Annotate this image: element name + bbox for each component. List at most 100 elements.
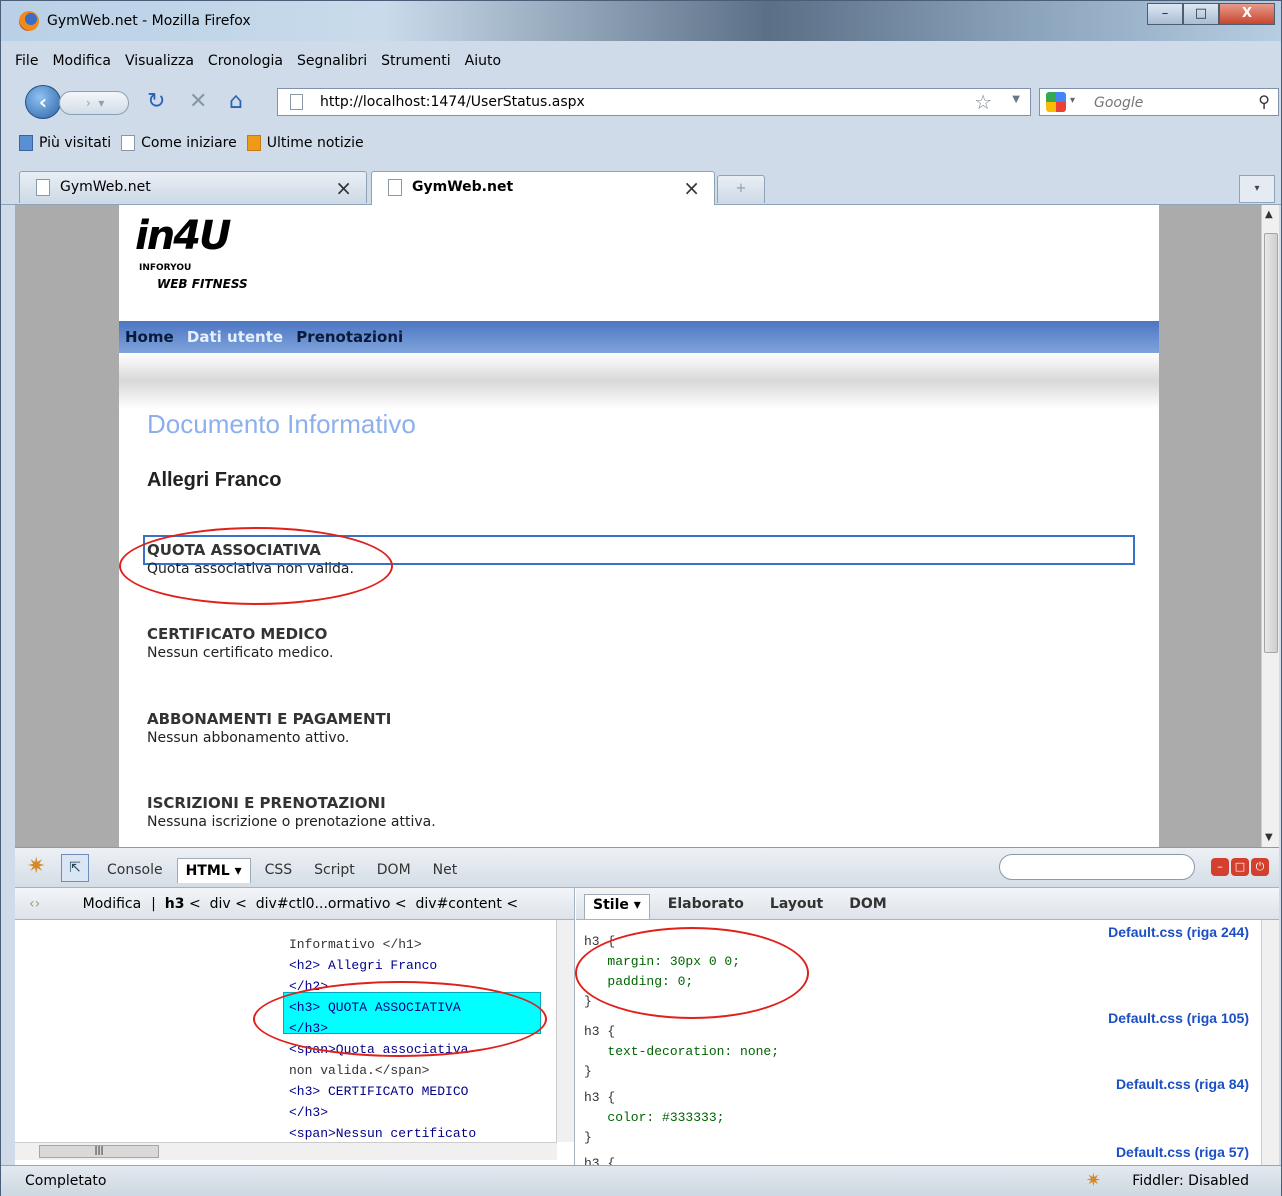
section-heading: ABBONAMENTI E PAGAMENTI: [147, 710, 392, 728]
firebug-icon[interactable]: ✷: [27, 854, 45, 879]
tab-net[interactable]: Net: [425, 858, 466, 883]
site-nav-user-data[interactable]: Dati utente: [187, 328, 283, 346]
tab-computed[interactable]: Elaborato: [660, 894, 752, 919]
crumb-div-content[interactable]: div#content: [416, 896, 502, 912]
power-icon[interactable]: ⏻: [1251, 858, 1269, 876]
bookmark-latest-news[interactable]: Ultime notizie: [246, 135, 364, 151]
site-nav-bookings[interactable]: Prenotazioni: [296, 328, 403, 346]
web-page: in4U INFORYOU WEB FITNESS Home Dati uten…: [119, 205, 1159, 847]
html-line[interactable]: non valida.</span>: [289, 1060, 476, 1081]
back-button[interactable]: ‹: [25, 85, 61, 119]
scroll-down-icon[interactable]: ▼: [1265, 832, 1273, 843]
menu-file[interactable]: File: [15, 53, 38, 69]
tab-dom[interactable]: DOM: [369, 858, 419, 883]
html-hscrollbar[interactable]: |||: [15, 1142, 557, 1160]
scrollbar-thumb[interactable]: |||: [39, 1145, 159, 1158]
logo-text: in4U: [135, 213, 231, 259]
tab-list-button[interactable]: ▾: [1239, 175, 1275, 203]
detach-icon[interactable]: □: [1231, 858, 1249, 876]
html-line[interactable]: <span>Quota associativa: [289, 1039, 476, 1060]
html-line-selected[interactable]: </h3>: [289, 1018, 476, 1039]
tab-style[interactable]: Stile ▾: [584, 894, 650, 919]
html-line[interactable]: <h3> CERTIFICATO MEDICO: [289, 1081, 476, 1102]
section-heading: ISCRIZIONI E PRENOTAZIONI: [147, 794, 386, 812]
css-rule: h3 { margin: 30px 0 0; padding: 0;}: [584, 934, 741, 1009]
status-bar: Completato ✷ Fiddler: Disabled: [1, 1165, 1281, 1196]
firebug-panel: ✷ ⇱ Console HTML ▾ CSS Script DOM Net – …: [15, 847, 1279, 1171]
section-text: Nessuna iscrizione o prenotazione attiva…: [147, 814, 436, 830]
tab-close-icon[interactable]: ×: [335, 176, 352, 200]
new-tab-button[interactable]: +: [717, 175, 765, 203]
edit-button[interactable]: Modifica: [83, 896, 142, 912]
menu-strumenti[interactable]: Strumenti: [381, 53, 451, 69]
crumb-div[interactable]: div: [210, 896, 231, 912]
firebug-search-input[interactable]: [999, 854, 1195, 880]
tab-close-icon[interactable]: ×: [683, 176, 700, 200]
logo-tagline: WEB FITNESS: [157, 277, 248, 291]
search-bar[interactable]: ▾ Google ⚲: [1039, 88, 1279, 116]
brackets-icon[interactable]: ‹›: [29, 896, 40, 912]
css-source-link[interactable]: Default.css (riga 244): [1108, 924, 1249, 940]
fiddler-status[interactable]: Fiddler: Disabled: [1132, 1173, 1249, 1189]
css-source-link[interactable]: Default.css (riga 105): [1108, 1010, 1249, 1026]
tab-html[interactable]: HTML ▾: [176, 858, 251, 883]
section-membership-fee: QUOTA ASSOCIATIVA Quota associativa non …: [147, 541, 354, 577]
tab-side-dom[interactable]: DOM: [841, 894, 894, 919]
page-scrollbar[interactable]: ▲ ▼: [1261, 205, 1279, 847]
search-icon[interactable]: ⚲: [1258, 92, 1270, 111]
tab-layout[interactable]: Layout: [762, 894, 831, 919]
tab-css[interactable]: CSS: [257, 858, 301, 883]
page-viewport: in4U INFORYOU WEB FITNESS Home Dati uten…: [15, 205, 1279, 847]
inspect-icon[interactable]: ⇱: [61, 854, 89, 882]
html-line[interactable]: </h2>: [289, 976, 476, 997]
scrollbar-thumb[interactable]: [1264, 233, 1278, 653]
html-vscrollbar[interactable]: [556, 920, 574, 1142]
crumb-h3[interactable]: h3: [165, 896, 185, 912]
style-panel: Stile ▾ Elaborato Layout DOM Default.css…: [576, 888, 1279, 1171]
menu-visualizza[interactable]: Visualizza: [125, 53, 194, 69]
scroll-up-icon[interactable]: ▲: [1265, 209, 1273, 220]
search-placeholder: Google: [1094, 95, 1144, 111]
css-source-link[interactable]: Default.css (riga 57): [1116, 1144, 1249, 1160]
page-icon: [36, 179, 50, 196]
menu-segnalibri[interactable]: Segnalibri: [297, 53, 367, 69]
search-engine-dropdown-icon[interactable]: ▾: [1070, 95, 1075, 106]
menu-aiuto[interactable]: Aiuto: [465, 53, 501, 69]
navigation-toolbar: ‹ › ▾ ↻ ✕ ⌂ http://localhost:1474/UserSt…: [15, 83, 1279, 121]
html-line[interactable]: </h3>: [289, 1102, 476, 1123]
menu-modifica[interactable]: Modifica: [52, 53, 111, 69]
home-icon[interactable]: ⌂: [229, 88, 243, 116]
forward-button[interactable]: › ▾: [59, 91, 129, 115]
html-line[interactable]: <h2> Allegri Franco: [289, 955, 476, 976]
url-dropdown-icon[interactable]: ▼: [1012, 94, 1020, 105]
tab-1[interactable]: GymWeb.net ×: [19, 171, 367, 203]
minimize-button[interactable]: –: [1147, 3, 1183, 25]
section-heading: QUOTA ASSOCIATIVA: [147, 541, 321, 559]
menu-bar: File Modifica Visualizza Cronologia Segn…: [15, 53, 501, 69]
reload-icon[interactable]: ↻: [147, 88, 165, 116]
html-line[interactable]: Informativo </h1>: [289, 934, 476, 955]
crumb-div-ctl[interactable]: div#ctl0...ormativo: [256, 896, 391, 912]
bookmark-star-icon[interactable]: ☆: [974, 90, 992, 114]
stop-icon[interactable]: ✕: [189, 88, 207, 116]
minimize-icon[interactable]: –: [1211, 858, 1229, 876]
tab-script[interactable]: Script: [306, 858, 363, 883]
site-nav-home[interactable]: Home: [125, 328, 174, 346]
bookmark-most-visited[interactable]: Più visitati: [19, 135, 111, 151]
site-nav: Home Dati utente Prenotazioni: [119, 321, 1159, 353]
google-icon[interactable]: [1046, 92, 1066, 112]
css-source-link[interactable]: Default.css (riga 84): [1116, 1076, 1249, 1092]
menu-cronologia[interactable]: Cronologia: [208, 53, 283, 69]
tab-console[interactable]: Console: [99, 858, 171, 883]
maximize-button[interactable]: □: [1183, 3, 1219, 25]
tab-2[interactable]: GymWeb.net ×: [371, 171, 715, 205]
url-bar[interactable]: http://localhost:1474/UserStatus.aspx ☆ …: [277, 88, 1031, 116]
style-scrollbar[interactable]: [1261, 920, 1279, 1166]
firebug-status-icon[interactable]: ✷: [1086, 1170, 1101, 1191]
section-medical-certificate: CERTIFICATO MEDICO Nessun certificato me…: [147, 625, 333, 661]
window-title: GymWeb.net - Mozilla Firefox: [47, 13, 251, 29]
html-line[interactable]: <span>Nessun certificato: [289, 1123, 476, 1144]
close-button[interactable]: X: [1219, 3, 1275, 25]
html-line-selected[interactable]: <h3> QUOTA ASSOCIATIVA: [289, 997, 476, 1018]
bookmark-getting-started[interactable]: Come iniziare: [121, 135, 237, 151]
